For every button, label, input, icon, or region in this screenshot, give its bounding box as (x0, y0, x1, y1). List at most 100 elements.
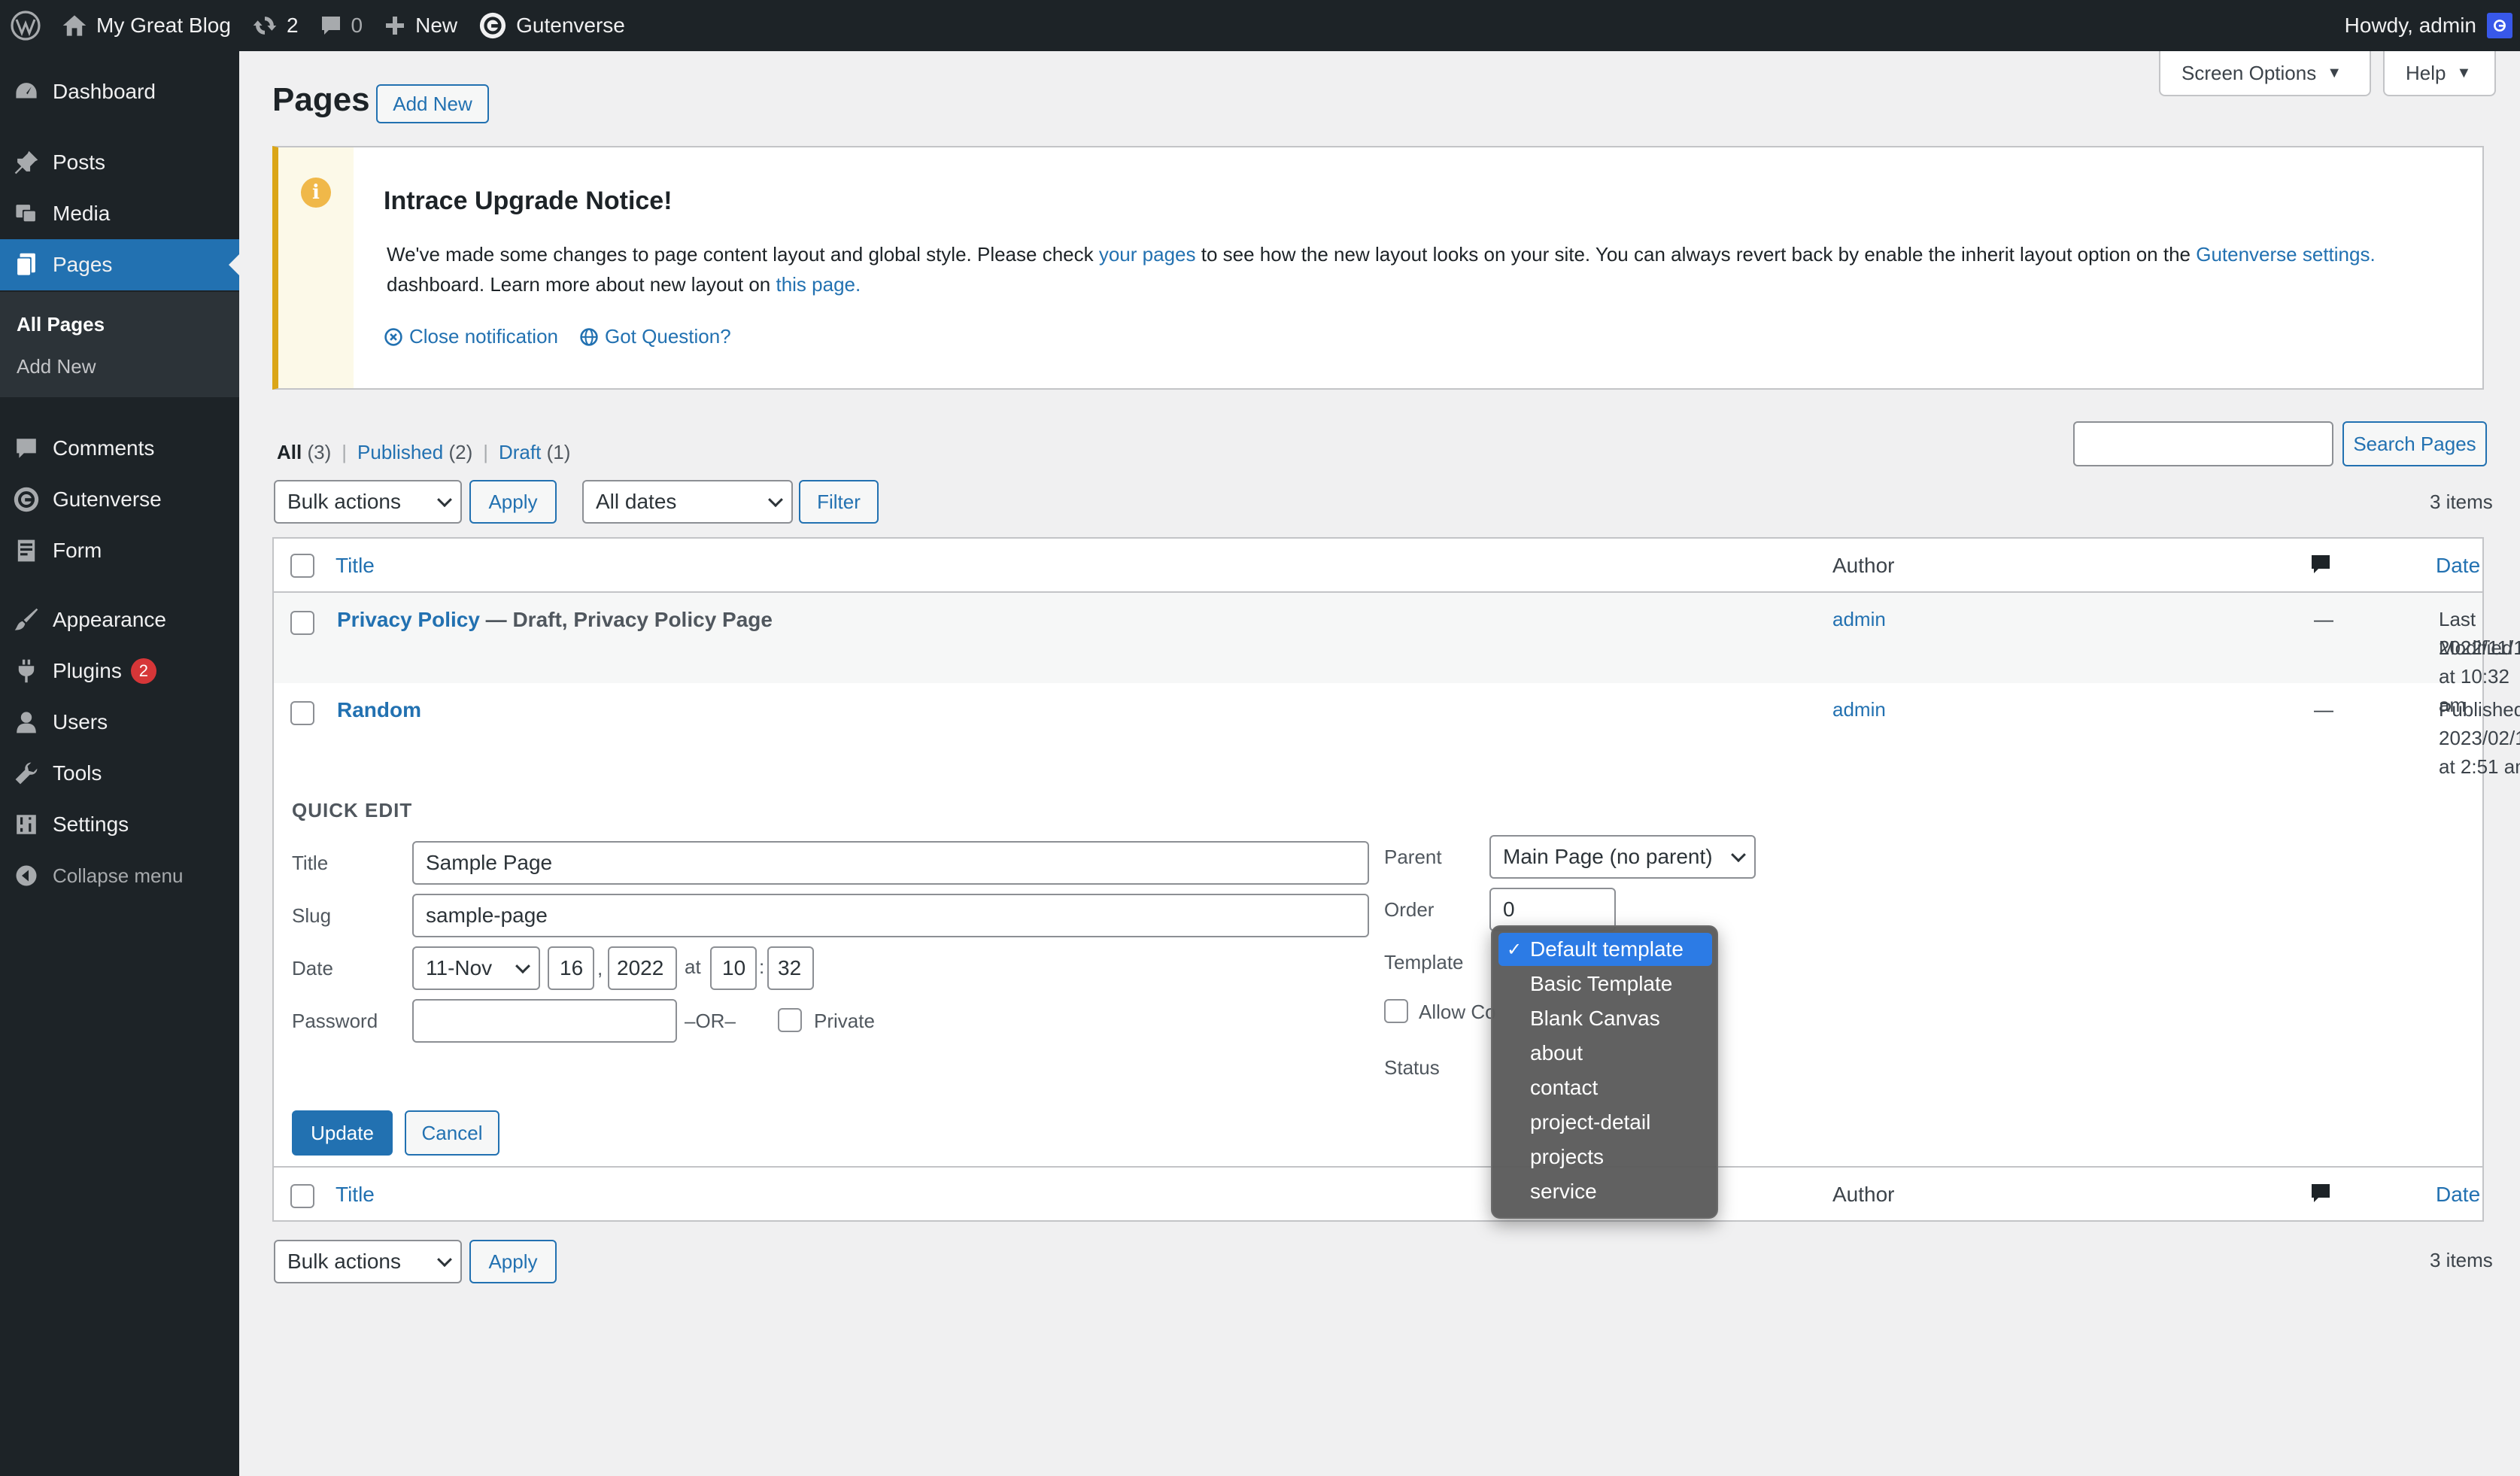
template-option[interactable]: Blank Canvas (1498, 1002, 1712, 1035)
title-input[interactable]: Sample Page (412, 841, 1369, 885)
submenu-add-new[interactable]: Add New (17, 355, 96, 378)
menu-dashboard[interactable]: Dashboard (0, 66, 239, 117)
got-question-link[interactable]: Got Question? (579, 325, 731, 348)
gutenverse-settings-link[interactable]: Gutenverse settings. (2196, 243, 2375, 266)
gutenverse-link[interactable]: Gutenverse (468, 0, 636, 51)
this-page-link[interactable]: this page. (776, 273, 861, 296)
menu-tools[interactable]: Tools (0, 748, 239, 799)
template-option[interactable]: Basic Template (1498, 967, 1712, 1001)
new-content-link[interactable]: New (373, 0, 468, 51)
template-option[interactable]: projects (1498, 1140, 1712, 1174)
quick-edit-panel: QUICK EDIT Title Sample Page Slug sample… (274, 779, 2482, 1171)
pages-table: Title Author Date Privacy Policy — Draft… (272, 537, 2520, 1222)
template-option[interactable]: about (1498, 1037, 1712, 1070)
comment-column-icon[interactable] (2309, 1181, 2332, 1205)
pushpin-icon (0, 150, 53, 175)
date-filter-select[interactable]: All dates (582, 480, 793, 524)
help-button[interactable]: Help ▼ (2383, 51, 2496, 96)
select-all-checkbox[interactable] (290, 1184, 314, 1208)
search-pages-input[interactable] (2073, 421, 2333, 466)
row-author-link[interactable]: admin (1832, 695, 1886, 724)
menu-form[interactable]: Form (0, 525, 239, 576)
order-label: Order (1384, 898, 1435, 921)
notice-title: Intrace Upgrade Notice! (384, 187, 673, 215)
my-account[interactable]: Howdy, admin (2345, 13, 2520, 38)
chevron-down-icon (1731, 847, 1746, 863)
gutenverse-label: Gutenverse (516, 14, 625, 37)
template-option-selected[interactable]: ✓ Default template (1498, 933, 1712, 966)
column-title-sort[interactable]: Title (335, 1183, 375, 1207)
allow-comments-checkbox[interactable] (1384, 999, 1408, 1023)
hour-input[interactable]: 10 (710, 946, 757, 990)
select-all-checkbox[interactable] (290, 554, 314, 578)
menu-appearance[interactable]: Appearance (0, 594, 239, 645)
column-date-sort[interactable]: Date (2436, 554, 2480, 578)
template-option[interactable]: contact (1498, 1071, 1712, 1104)
submenu-all-pages[interactable]: All Pages (17, 313, 105, 336)
checkmark-icon: ✓ (1506, 939, 1523, 960)
chevron-down-icon (768, 492, 783, 508)
row-checkbox[interactable] (290, 701, 314, 725)
menu-users-label: Users (53, 710, 108, 733)
search-pages-button[interactable]: Search Pages (2342, 421, 2487, 466)
update-button[interactable]: Update (292, 1110, 393, 1156)
filter-draft[interactable]: Draft (499, 441, 541, 464)
comment-column-icon[interactable] (2309, 552, 2332, 576)
menu-comments-label: Comments (53, 436, 155, 460)
howdy-text: Howdy, admin (2344, 14, 2476, 37)
template-option[interactable]: project-detail (1498, 1106, 1712, 1139)
site-name-link[interactable]: My Great Blog (51, 0, 241, 51)
close-notification-link[interactable]: Close notification (384, 325, 558, 348)
apply-button-top[interactable]: Apply (469, 480, 557, 524)
menu-pages-label: Pages (53, 253, 113, 276)
minute-input[interactable]: 32 (767, 946, 814, 990)
filter-published[interactable]: Published (357, 441, 443, 464)
home-icon (62, 13, 87, 38)
pages-icon (0, 252, 53, 278)
plus-icon (384, 14, 406, 37)
menu-pages[interactable]: Pages (0, 239, 239, 290)
password-input[interactable] (412, 999, 677, 1043)
year-input[interactable]: 2022 (608, 946, 677, 990)
template-dropdown-menu[interactable]: ✓ Default template Basic Template Blank … (1491, 925, 1718, 1219)
menu-settings[interactable]: Settings (0, 799, 239, 850)
row-checkbox[interactable] (290, 611, 314, 635)
caret-down-icon: ▼ (2327, 64, 2342, 81)
menu-gutenverse[interactable]: Gutenverse (0, 474, 239, 525)
bulk-actions-select-bottom[interactable]: Bulk actions (274, 1240, 462, 1283)
private-checkbox[interactable] (778, 1008, 802, 1032)
screen-options-button[interactable]: Screen Options ▼ (2159, 51, 2371, 96)
day-input[interactable]: 16 (548, 946, 594, 990)
chevron-down-icon (515, 958, 530, 974)
menu-posts[interactable]: Posts (0, 137, 239, 188)
filter-button[interactable]: Filter (799, 480, 879, 524)
filter-all[interactable]: All (277, 441, 302, 464)
slug-input[interactable]: sample-page (412, 894, 1369, 937)
row-author-link[interactable]: admin (1832, 605, 1886, 633)
quick-edit-heading: QUICK EDIT (292, 799, 413, 822)
title-label: Title (292, 852, 329, 874)
cancel-button[interactable]: Cancel (405, 1110, 499, 1156)
comments-link[interactable]: 0 (309, 0, 374, 51)
page-title-link[interactable]: Privacy Policy (337, 608, 480, 631)
page-title-link[interactable]: Random (337, 698, 421, 721)
updates-link[interactable]: 2 (241, 0, 309, 51)
parent-select[interactable]: Main Page (no parent) (1489, 835, 1756, 879)
menu-users[interactable]: Users (0, 697, 239, 748)
column-title-sort[interactable]: Title (335, 554, 375, 578)
wordpress-logo-icon[interactable] (0, 0, 51, 51)
month-select[interactable]: 11-Nov (412, 946, 540, 990)
template-option[interactable]: service (1498, 1175, 1712, 1208)
chevron-down-icon (437, 1252, 452, 1268)
column-author: Author (1832, 1183, 1895, 1206)
apply-button-bottom[interactable]: Apply (469, 1240, 557, 1283)
column-date-sort[interactable]: Date (2436, 1183, 2480, 1207)
your-pages-link[interactable]: your pages (1099, 243, 1196, 266)
menu-media[interactable]: Media (0, 188, 239, 239)
collapse-menu-button[interactable]: Collapse menu (0, 850, 239, 901)
menu-comments[interactable]: Comments (0, 423, 239, 474)
add-new-page-button[interactable]: Add New (376, 84, 489, 123)
menu-plugins[interactable]: Plugins 2 (0, 645, 239, 697)
menu-form-label: Form (53, 539, 102, 562)
bulk-actions-select-top[interactable]: Bulk actions (274, 480, 462, 524)
